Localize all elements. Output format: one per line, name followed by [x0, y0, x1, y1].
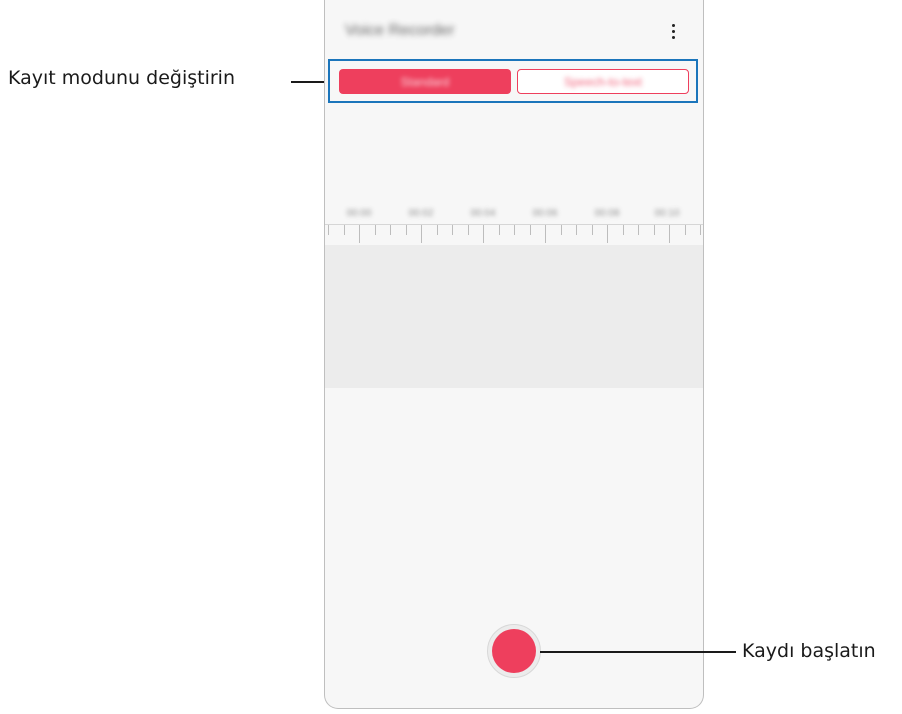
ruler-tick	[653, 225, 655, 235]
ruler-tick	[607, 225, 608, 243]
time-label: 00:02	[408, 208, 434, 219]
ruler-tick	[390, 225, 391, 235]
ruler-tick	[576, 225, 577, 235]
time-label: 00:10	[654, 208, 680, 219]
ruler-tick	[359, 225, 360, 243]
callout-change-mode: Kayıt modunu değiştirin	[8, 67, 235, 89]
record-button[interactable]	[487, 624, 541, 678]
standard-mode-button[interactable]: Standard	[339, 69, 511, 94]
ruler-tick	[669, 225, 670, 243]
ruler-tick	[343, 225, 345, 235]
ruler-tick	[545, 225, 546, 243]
ruler-tick	[700, 225, 701, 235]
ruler-tick	[622, 225, 624, 235]
ruler-tick	[467, 225, 469, 235]
standard-mode-label: Standard	[400, 74, 450, 89]
ruler-tick	[638, 225, 639, 235]
ruler-tick	[421, 225, 422, 243]
speech-to-text-mode-button[interactable]: Speech-to-text	[517, 69, 689, 94]
ruler-tick	[591, 225, 593, 235]
time-label: 00:06	[532, 208, 558, 219]
ruler-tick	[483, 225, 484, 243]
callout-line-mode	[291, 81, 327, 83]
ruler-tick	[498, 225, 500, 235]
time-label: 00:04	[470, 208, 496, 219]
phone-screen: Voice Recorder Standard Speech-to-text 0…	[324, 0, 704, 709]
ruler-tick	[684, 225, 686, 235]
ruler-tick	[328, 225, 329, 235]
ruler-tick	[452, 225, 453, 235]
waveform-area	[325, 245, 703, 388]
record-icon	[492, 629, 536, 673]
ruler-tick	[560, 225, 562, 235]
callout-start-recording: Kaydı başlatın	[742, 640, 876, 662]
ruler-tick	[374, 225, 376, 235]
speech-to-text-mode-label: Speech-to-text	[563, 74, 643, 89]
time-label: 00:00	[346, 208, 372, 219]
ruler-tick	[514, 225, 515, 235]
ruler-tick	[529, 225, 531, 235]
callout-line-record	[540, 651, 736, 653]
more-options-icon[interactable]	[663, 20, 683, 42]
time-label: 00:08	[594, 208, 620, 219]
time-ruler	[325, 224, 703, 245]
ruler-tick	[436, 225, 438, 235]
app-title: Voice Recorder	[345, 22, 455, 39]
ruler-tick	[405, 225, 407, 235]
